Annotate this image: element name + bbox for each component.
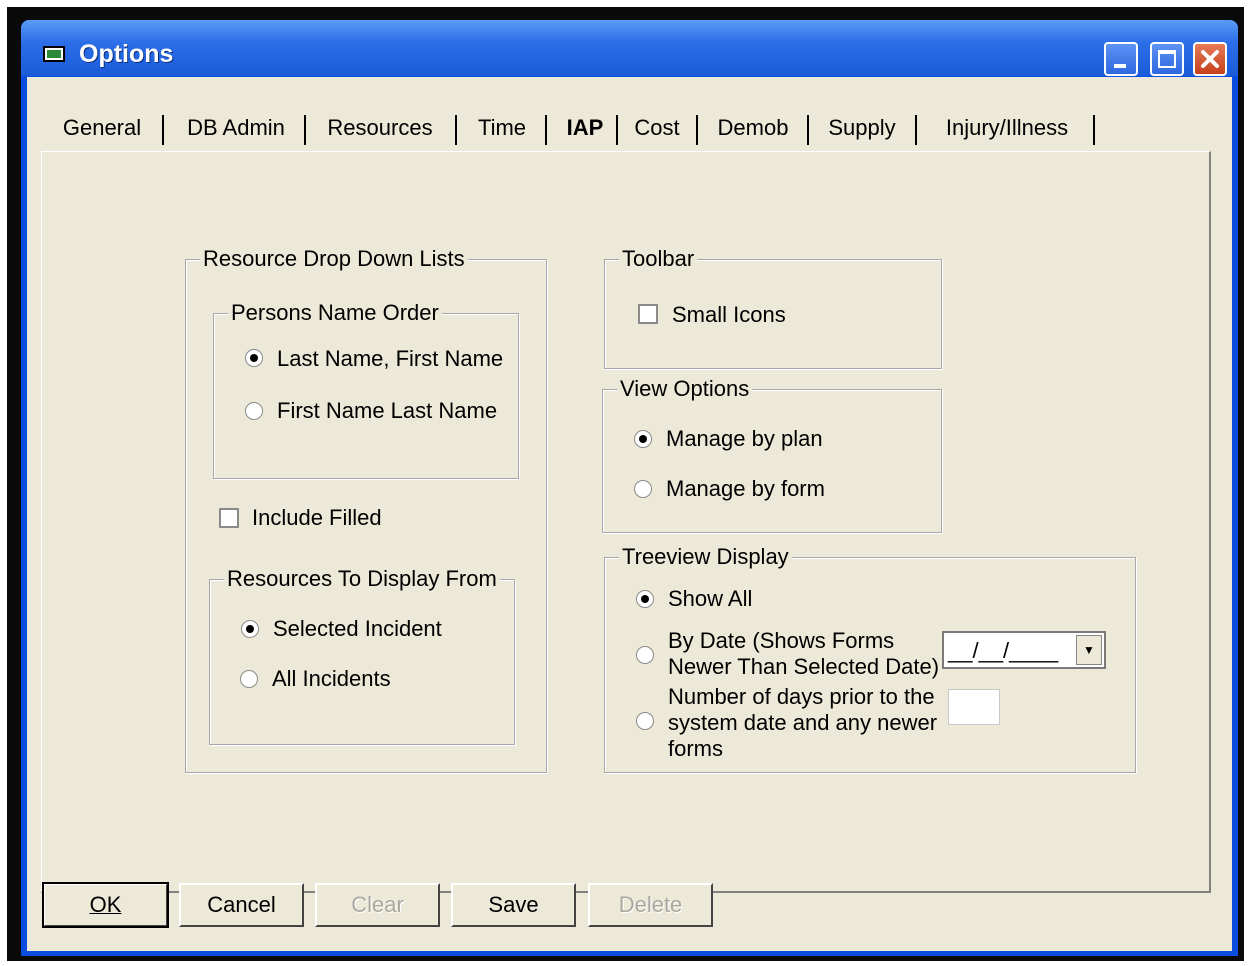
tab-cost[interactable]: Cost — [627, 105, 687, 151]
group-legend: Persons Name Order — [228, 300, 442, 326]
close-button[interactable] — [1193, 42, 1227, 76]
maximize-button[interactable] — [1150, 42, 1184, 76]
save-button[interactable]: Save — [451, 883, 576, 927]
selected-incident-radio[interactable] — [241, 620, 259, 638]
maximize-icon — [1158, 50, 1176, 68]
group-legend: Toolbar — [619, 246, 698, 272]
date-picker[interactable]: __/__/____ ▼ — [942, 631, 1106, 669]
radio-label: Manage by form — [666, 476, 825, 501]
title-bar[interactable]: Options — [21, 20, 1238, 76]
checkbox-label: Include Filled — [252, 505, 382, 530]
tab-separator — [304, 115, 306, 145]
radio-label: Newer Than Selected Date) — [668, 654, 940, 679]
chevron-down-icon: ▼ — [1083, 643, 1095, 657]
tab-resources[interactable]: Resources — [324, 105, 436, 151]
minimize-icon — [1114, 64, 1126, 68]
show-all-radio[interactable] — [636, 590, 654, 608]
tab-demob[interactable]: Demob — [710, 105, 796, 151]
cancel-button[interactable]: Cancel — [179, 883, 304, 927]
days-prior-radio[interactable] — [636, 712, 654, 730]
tab-separator — [696, 115, 698, 145]
by-date-radio[interactable] — [636, 646, 654, 664]
button-label: OK — [89, 892, 122, 917]
persons-name-order-group: Persons Name Order — [213, 300, 519, 479]
tab-separator — [616, 115, 618, 145]
group-legend: Resource Drop Down Lists — [200, 246, 468, 272]
resources-to-display-from-group: Resources To Display From — [209, 566, 515, 745]
radio-label: forms — [668, 736, 723, 761]
radio-label: system date and any newer — [668, 710, 938, 735]
include-filled-checkbox[interactable] — [219, 508, 239, 528]
dropdown-button[interactable]: ▼ — [1076, 635, 1102, 665]
small-icons-checkbox[interactable] — [638, 304, 658, 324]
radio-label: First Name Last Name — [277, 398, 498, 423]
ok-button[interactable]: OK — [42, 882, 169, 928]
radio-label: Show All — [668, 586, 753, 611]
first-last-radio[interactable] — [245, 402, 263, 420]
checkbox-label: Small Icons — [672, 302, 786, 327]
days-prior-input[interactable] — [948, 689, 1000, 725]
tab-separator — [455, 115, 457, 145]
button-label: Cancel — [207, 892, 276, 917]
tab-injury-illness[interactable]: Injury/Illness — [935, 105, 1079, 151]
tab-db-admin[interactable]: DB Admin — [181, 105, 291, 151]
button-label: Delete — [618, 892, 683, 917]
date-value: __/__/____ — [948, 638, 1059, 663]
tab-separator — [545, 115, 547, 145]
tab-separator — [915, 115, 917, 145]
tab-separator — [1093, 115, 1095, 145]
tab-general[interactable]: General — [57, 105, 147, 151]
group-legend: Resources To Display From — [224, 566, 500, 592]
group-legend: View Options — [617, 376, 753, 402]
minimize-button[interactable] — [1104, 42, 1138, 76]
close-icon — [1201, 50, 1219, 68]
tab-separator — [162, 115, 164, 145]
tab-separator — [807, 115, 809, 145]
radio-label: By Date (Shows Forms — [668, 628, 895, 653]
radio-label: Selected Incident — [273, 616, 442, 641]
radio-label: All Incidents — [272, 666, 391, 691]
manage-by-plan-radio[interactable] — [634, 430, 652, 448]
tab-iap[interactable]: IAP — [553, 105, 617, 151]
manage-by-form-radio[interactable] — [634, 480, 652, 498]
button-label: Clear — [351, 892, 404, 917]
view-options-group: View Options — [602, 376, 942, 533]
delete-button[interactable]: Delete — [588, 883, 713, 927]
radio-label: Last Name, First Name — [277, 346, 504, 371]
radio-label: Number of days prior to the — [668, 684, 935, 709]
window-title: Options — [79, 40, 174, 68]
button-label: Save — [488, 892, 539, 917]
window-icon — [43, 46, 65, 62]
radio-label: Manage by plan — [666, 426, 823, 451]
tab-time[interactable]: Time — [472, 105, 532, 151]
clear-button[interactable]: Clear — [315, 883, 440, 927]
group-legend: Treeview Display — [619, 544, 792, 570]
all-incidents-radio[interactable] — [240, 670, 258, 688]
tab-supply[interactable]: Supply — [821, 105, 903, 151]
last-first-radio[interactable] — [245, 349, 263, 367]
